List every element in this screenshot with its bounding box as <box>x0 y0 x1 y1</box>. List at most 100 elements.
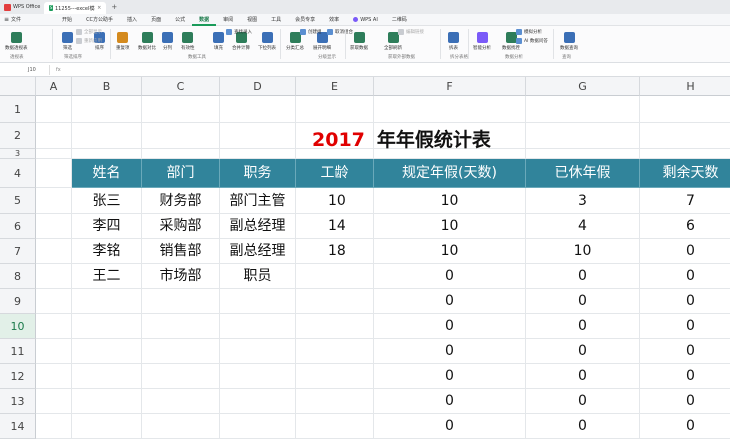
cell[interactable] <box>72 123 142 149</box>
table-cell[interactable] <box>220 289 296 314</box>
cell[interactable] <box>36 239 72 264</box>
table-cell[interactable]: 0 <box>640 314 730 339</box>
cell[interactable] <box>36 289 72 314</box>
table-cell[interactable]: 0 <box>374 389 526 414</box>
table-cell[interactable]: 张三 <box>72 188 142 214</box>
table-cell[interactable]: 0 <box>640 389 730 414</box>
table-cell[interactable]: 李四 <box>72 214 142 239</box>
formula-input[interactable] <box>67 65 730 75</box>
row-header-2[interactable]: 2 <box>0 123 36 149</box>
table-cell[interactable]: 0 <box>640 289 730 314</box>
table-cell[interactable] <box>220 414 296 439</box>
row-header-6[interactable]: 6 <box>0 214 36 239</box>
table-cell[interactable] <box>72 364 142 389</box>
cell[interactable] <box>526 96 640 123</box>
cell[interactable] <box>36 123 72 149</box>
row-header-5[interactable]: 5 <box>0 188 36 214</box>
table-cell[interactable]: 副总经理 <box>220 214 296 239</box>
ribbon-button-4[interactable]: 重复项 <box>116 32 130 51</box>
cell[interactable] <box>220 149 296 159</box>
menu-wps-ai[interactable]: WPS AI <box>346 14 385 26</box>
column-header-c[interactable]: C <box>142 77 220 96</box>
table-cell[interactable]: 财务部 <box>142 188 220 214</box>
row-header-9[interactable]: 9 <box>0 289 36 314</box>
table-cell[interactable]: 10 <box>526 239 640 264</box>
table-cell[interactable] <box>220 314 296 339</box>
cell[interactable] <box>640 149 730 159</box>
table-cell[interactable] <box>296 264 374 289</box>
cell[interactable] <box>142 96 220 123</box>
menu-data[interactable]: 数据 <box>192 14 217 26</box>
name-box[interactable]: J10 <box>0 64 50 75</box>
ribbon-small-button-5[interactable]: 取消组合 <box>327 29 353 35</box>
menu-home[interactable]: 开始 <box>55 14 79 26</box>
ribbon-small-button-7[interactable]: 模拟分析 <box>516 29 542 35</box>
ribbon-button-18[interactable]: 数据查询 <box>560 32 578 51</box>
table-cell[interactable]: 0 <box>526 339 640 364</box>
table-header-cell[interactable]: 剩余天数 <box>640 159 730 188</box>
table-header-cell[interactable]: 姓名 <box>72 159 142 188</box>
table-cell[interactable] <box>72 389 142 414</box>
table-cell[interactable]: 0 <box>374 339 526 364</box>
menu-insert[interactable]: 插入 <box>120 14 144 26</box>
cell[interactable] <box>72 96 142 123</box>
table-cell[interactable]: 0 <box>640 364 730 389</box>
menu-review[interactable]: 审阅 <box>216 14 240 26</box>
table-cell[interactable]: 副总经理 <box>220 239 296 264</box>
cell[interactable] <box>640 123 730 149</box>
table-cell[interactable] <box>142 389 220 414</box>
ribbon-button-10[interactable]: 下拉列表 <box>258 32 276 51</box>
ribbon-button-2[interactable]: 筛选 <box>62 32 73 51</box>
table-cell[interactable] <box>142 339 220 364</box>
column-header-d[interactable]: D <box>220 77 296 96</box>
document-tab[interactable]: S 11255---excel模板-人力资源 × <box>44 2 107 14</box>
table-cell[interactable]: 0 <box>526 314 640 339</box>
row-header-12[interactable]: 12 <box>0 364 36 389</box>
menu-tools[interactable]: 工具 <box>264 14 288 26</box>
menu-formula[interactable]: 公式 <box>168 14 192 26</box>
cell[interactable] <box>36 339 72 364</box>
table-cell[interactable]: 0 <box>640 239 730 264</box>
table-cell[interactable] <box>296 414 374 439</box>
cell[interactable] <box>526 123 640 149</box>
new-tab-button[interactable]: + <box>106 3 122 11</box>
table-cell[interactable]: 6 <box>640 214 730 239</box>
ribbon-small-button-1[interactable]: 全部显示 <box>76 29 102 35</box>
table-cell[interactable]: 18 <box>296 239 374 264</box>
table-cell[interactable]: 3 <box>526 188 640 214</box>
table-cell[interactable]: 销售部 <box>142 239 220 264</box>
cell[interactable] <box>526 149 640 159</box>
table-cell[interactable] <box>142 289 220 314</box>
table-cell[interactable] <box>296 389 374 414</box>
table-cell[interactable]: 0 <box>526 264 640 289</box>
menu-view[interactable]: 视图 <box>240 14 264 26</box>
column-header-a[interactable]: A <box>36 77 72 96</box>
cell[interactable] <box>36 414 72 439</box>
cell[interactable] <box>36 264 72 289</box>
table-cell[interactable] <box>142 364 220 389</box>
table-cell[interactable]: 0 <box>374 264 526 289</box>
table-cell[interactable] <box>296 364 374 389</box>
ribbon-button-6[interactable]: 分列 <box>162 32 173 51</box>
cell[interactable] <box>36 214 72 239</box>
table-header-cell[interactable]: 规定年假(天数) <box>374 159 526 188</box>
table-cell[interactable]: 0 <box>526 364 640 389</box>
table-cell[interactable]: 职员 <box>220 264 296 289</box>
table-cell[interactable]: 10 <box>374 239 526 264</box>
table-cell[interactable]: 王二 <box>72 264 142 289</box>
table-cell[interactable]: 0 <box>526 289 640 314</box>
cell[interactable] <box>36 364 72 389</box>
table-cell[interactable]: 0 <box>374 364 526 389</box>
select-all-corner[interactable] <box>0 77 36 96</box>
table-cell[interactable] <box>142 314 220 339</box>
table-cell[interactable]: 0 <box>374 414 526 439</box>
row-header-7[interactable]: 7 <box>0 239 36 264</box>
table-cell[interactable]: 10 <box>374 188 526 214</box>
table-header-cell[interactable]: 部门 <box>142 159 220 188</box>
row-header-8[interactable]: 8 <box>0 264 36 289</box>
column-header-e[interactable]: E <box>296 77 374 96</box>
ribbon-small-button-2[interactable]: 重新应用 <box>76 38 102 44</box>
table-header-cell[interactable]: 已休年假 <box>526 159 640 188</box>
table-cell[interactable] <box>296 289 374 314</box>
table-cell[interactable] <box>72 289 142 314</box>
